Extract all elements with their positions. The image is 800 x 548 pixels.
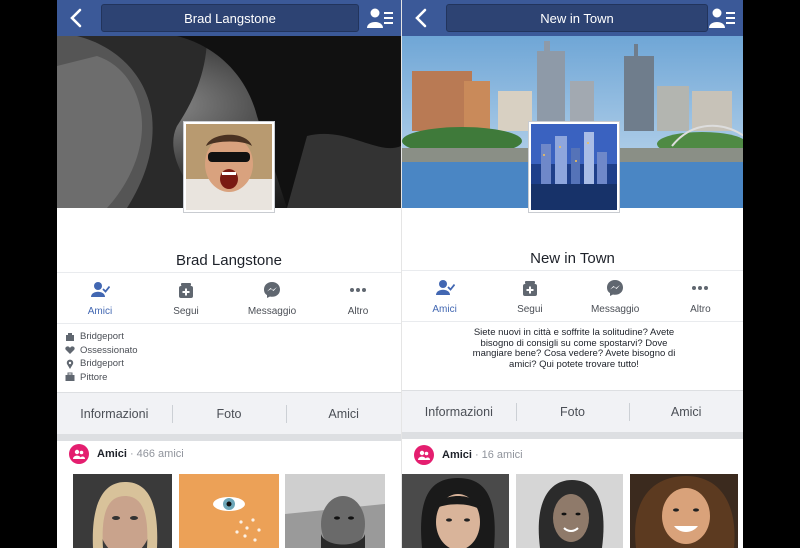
info-row-location: Bridgeport — [65, 357, 138, 371]
profile-name: Brad Langstone — [176, 252, 282, 269]
more-button[interactable]: Altro — [315, 273, 401, 323]
follow-button[interactable]: Segui — [487, 271, 572, 321]
friend-thumbnail[interactable] — [73, 474, 172, 548]
friends-badge-icon — [69, 444, 89, 464]
follow-button-label: Segui — [517, 304, 543, 315]
friends-count: 16 amici — [481, 449, 523, 461]
friend-thumbnail[interactable] — [285, 474, 385, 548]
profile-tabs: Informazioni Foto Amici — [57, 392, 401, 434]
friends-section-header[interactable]: Amici · 466 amici — [69, 444, 184, 464]
tab-info[interactable]: Informazioni — [402, 391, 516, 432]
friend-requests-icon[interactable] — [709, 6, 735, 30]
friends-check-icon — [91, 282, 110, 297]
more-icon — [350, 288, 366, 292]
message-button[interactable]: Messaggio — [573, 271, 658, 321]
tab-info[interactable]: Informazioni — [57, 393, 172, 434]
tab-friends[interactable]: Amici — [286, 393, 401, 434]
message-button[interactable]: Messaggio — [229, 273, 315, 323]
profile-picture[interactable] — [529, 122, 619, 212]
friends-title: Amici — [442, 449, 472, 461]
friends-thumbnails — [57, 474, 401, 548]
work-icon — [66, 332, 74, 341]
heart-icon — [65, 346, 75, 355]
top-bar: Brad Langstone — [57, 0, 401, 36]
info-row-work: Bridgeport — [65, 330, 138, 344]
profile-panel-new-in-town: New in Town New in Town Amici Segui Mess… — [401, 0, 743, 548]
tab-photos[interactable]: Foto — [515, 391, 630, 432]
friends-title: Amici — [97, 448, 127, 460]
search-title-box[interactable]: New in Town — [446, 4, 708, 32]
friends-button-label: Amici — [432, 304, 457, 315]
location-pin-icon — [66, 359, 74, 369]
info-row-job: Pittore — [65, 371, 138, 385]
profile-panel-brad: Brad Langstone Brad Langstone Amici Segu… — [57, 0, 401, 548]
friend-requests-icon[interactable] — [367, 6, 393, 30]
message-button-label: Messaggio — [247, 306, 297, 317]
search-title-box[interactable]: Brad Langstone — [101, 4, 359, 32]
friends-button-label: Amici — [87, 306, 113, 317]
follow-button[interactable]: Segui — [143, 273, 229, 323]
section-divider — [57, 434, 401, 441]
profile-name: New in Town — [530, 250, 615, 267]
messenger-icon — [607, 280, 624, 296]
more-icon — [692, 286, 709, 290]
follow-icon — [179, 283, 193, 298]
section-divider — [402, 432, 743, 439]
messenger-icon — [264, 282, 280, 298]
info-row-relationship: Ossessionato — [65, 344, 138, 358]
more-button[interactable]: Altro — [658, 271, 743, 321]
action-bar: Amici Segui Messaggio Altro — [402, 270, 743, 322]
friend-thumbnail[interactable] — [516, 474, 623, 548]
intro-info: Bridgeport Ossessionato Bridgeport Pitto… — [65, 330, 138, 384]
profile-picture[interactable] — [184, 122, 274, 212]
friends-badge-icon — [414, 445, 434, 465]
friends-button[interactable]: Amici — [402, 271, 487, 321]
briefcase-icon — [65, 372, 75, 382]
tab-friends[interactable]: Amici — [629, 391, 743, 432]
profile-tabs: Informazioni Foto Amici — [402, 390, 743, 432]
back-arrow-icon[interactable] — [65, 6, 89, 30]
friend-thumbnail[interactable] — [630, 474, 738, 548]
friends-thumbnails — [402, 474, 743, 548]
friends-section-header[interactable]: Amici · 16 amici — [414, 445, 523, 465]
friend-thumbnail[interactable] — [179, 474, 279, 548]
separator-dot: · — [129, 448, 134, 460]
friends-button[interactable]: Amici — [57, 273, 143, 323]
tab-photos[interactable]: Foto — [171, 393, 287, 434]
follow-button-label: Segui — [173, 306, 199, 317]
page-description: Siete nuovi in città e soffrite la solit… — [472, 327, 676, 370]
message-button-label: Messaggio — [590, 304, 640, 315]
action-bar: Amici Segui Messaggio Altro — [57, 272, 401, 324]
friend-thumbnail[interactable] — [402, 474, 509, 548]
friends-check-icon — [435, 280, 455, 295]
follow-icon — [522, 281, 537, 296]
more-button-label: Altro — [690, 304, 711, 315]
more-button-label: Altro — [347, 306, 369, 317]
top-bar: New in Town — [402, 0, 743, 36]
back-arrow-icon[interactable] — [410, 6, 434, 30]
friends-count: 466 amici — [136, 448, 184, 460]
separator-dot: · — [474, 449, 479, 461]
